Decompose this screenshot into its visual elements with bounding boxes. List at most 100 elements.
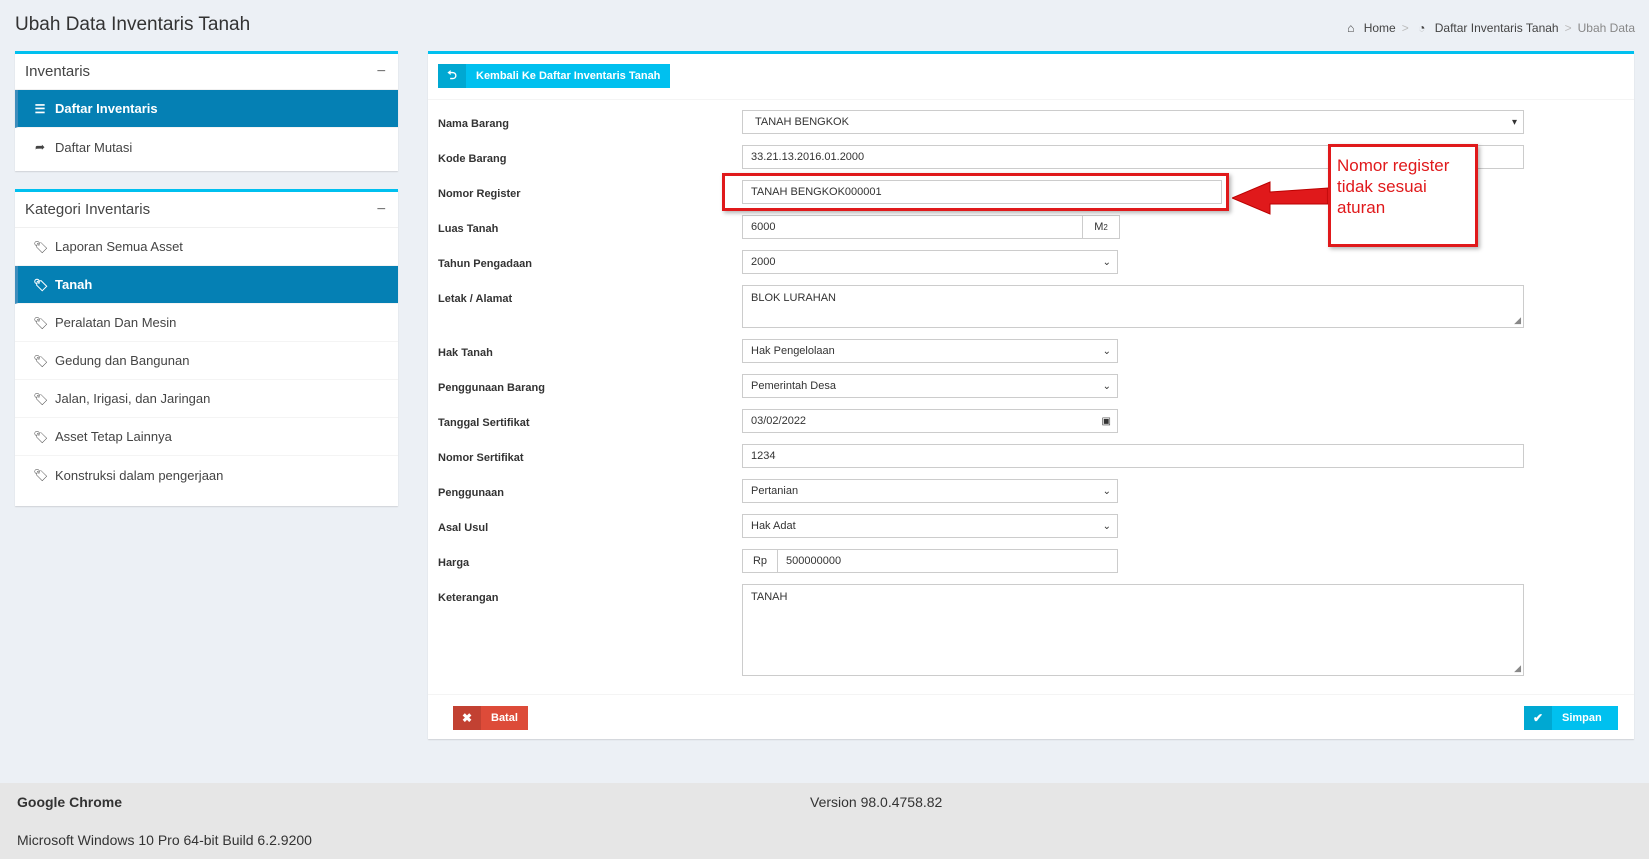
cancel-label: Batal	[491, 712, 518, 724]
label-nomor-register: Nomor Register	[438, 188, 521, 200]
label-nama-barang: Nama Barang	[438, 118, 509, 130]
chevron-down-icon: ⌄	[1102, 485, 1111, 497]
sidebar-item-peralatan-dan-mesin[interactable]: 🏷 Peralatan Dan Mesin	[15, 304, 398, 342]
luas-unit-sup: 2	[1103, 222, 1108, 232]
list-icon: ☰	[34, 101, 46, 116]
browser-version: Version 98.0.4758.82	[810, 794, 943, 810]
nomor-sertifikat-value: 1234	[751, 450, 776, 462]
nama-barang-select[interactable]: TANAH BENGKOK ▾	[742, 110, 1524, 134]
tahun-pengadaan-value: 2000	[751, 256, 776, 268]
share-icon: ➦	[34, 140, 46, 154]
harga-value: 500000000	[786, 555, 842, 567]
luas-tanah-value: 6000	[751, 221, 776, 233]
annotation-callout: Nomor register tidak sesuai aturan	[1328, 144, 1478, 247]
sidebar-item-label: Gedung dan Bangunan	[55, 353, 190, 368]
label-tanggal-sertifikat: Tanggal Sertifikat	[438, 417, 530, 429]
asal-usul-value: Hak Adat	[751, 520, 796, 532]
label-kode-barang: Kode Barang	[438, 153, 507, 165]
nomor-sertifikat-input[interactable]: 1234	[742, 444, 1524, 468]
letak-alamat-value: BLOK LURAHAN	[751, 292, 836, 304]
sidebar-item-laporan-semua-asset[interactable]: 🏷 Laporan Semua Asset	[15, 228, 398, 266]
sidebar-item-gedung-dan-bangunan[interactable]: 🏷 Gedung dan Bangunan	[15, 342, 398, 380]
calendar-icon[interactable]: ▣	[1102, 416, 1111, 427]
cancel-button[interactable]: ✖ Batal	[453, 706, 528, 730]
inventaris-panel-header: Inventaris −	[15, 54, 398, 90]
caret-down-icon: ▾	[1511, 116, 1517, 128]
penggunaan-value: Pertanian	[751, 485, 799, 497]
hak-tanah-value: Hak Pengelolaan	[751, 345, 835, 357]
annotation-arrow-head	[1232, 181, 1329, 215]
sidebar-item-daftar-mutasi[interactable]: ➦ Daftar Mutasi	[15, 128, 398, 166]
label-penggunaan: Penggunaan	[438, 487, 505, 499]
label-harga: Harga	[438, 557, 470, 569]
harga-prefix: Rp	[752, 555, 768, 567]
kategori-panel-header: Kategori Inventaris −	[15, 192, 398, 228]
sidebar-item-jalan-irigasi-jaringan[interactable]: 🏷 Jalan, Irigasi, dan Jaringan	[15, 380, 398, 418]
sidebar-item-label: Asset Tetap Lainnya	[55, 429, 172, 444]
penggunaan-select[interactable]: Pertanian ⌄	[742, 479, 1118, 503]
letak-alamat-textarea[interactable]: BLOK LURAHAN ◢	[742, 285, 1524, 328]
dashboard-icon: ◔	[1418, 21, 1426, 35]
page-title: Ubah Data Inventaris Tanah	[15, 14, 251, 35]
inventaris-panel: Inventaris − ☰ Daftar Inventaris ➦ Dafta…	[15, 51, 398, 171]
back-to-list-label: Kembali Ke Daftar Inventaris Tanah	[476, 70, 661, 82]
tanggal-sertifikat-date[interactable]: 03/02/2022 ▣	[742, 409, 1118, 433]
sidebar-item-tanah[interactable]: 🏷 Tanah	[15, 266, 398, 304]
annotation-line-3: aturan	[1337, 198, 1386, 217]
collapse-icon[interactable]: −	[377, 201, 386, 219]
penggunaan-barang-select[interactable]: Pemerintah Desa ⌄	[742, 374, 1118, 398]
harga-prefix-addon: Rp	[742, 549, 778, 573]
breadcrumb: ⌂ Home > ◔ Daftar Inventaris Tanah > Uba…	[1344, 21, 1635, 35]
tahun-pengadaan-select[interactable]: 2000 ⌄	[742, 250, 1118, 274]
label-penggunaan-barang: Penggunaan Barang	[438, 382, 545, 394]
tags-icon: 🏷	[33, 353, 49, 368]
breadcrumb-home[interactable]: Home	[1364, 21, 1396, 35]
luas-unit: M	[1094, 221, 1104, 233]
os-info: Microsoft Windows 10 Pro 64-bit Build 6.…	[17, 832, 312, 848]
harga-input[interactable]: 500000000	[777, 549, 1118, 573]
tanggal-sertifikat-value: 03/02/2022	[751, 415, 807, 427]
luas-tanah-input[interactable]: 6000	[742, 215, 1083, 239]
chevron-down-icon: ⌄	[1102, 256, 1111, 268]
sidebar-item-label: Konstruksi dalam pengerjaan	[55, 467, 224, 483]
tags-icon: 🏷	[33, 315, 49, 330]
breadcrumb-list[interactable]: Daftar Inventaris Tanah	[1435, 21, 1559, 35]
tags-icon: 🏷	[33, 468, 49, 482]
label-asal-usul: Asal Usul	[438, 522, 489, 534]
nama-barang-value: TANAH BENGKOK	[755, 116, 849, 128]
annotation-highlight-box	[722, 173, 1229, 211]
chevron-down-icon: ⌄	[1102, 380, 1111, 392]
breadcrumb-separator: >	[1564, 21, 1572, 35]
label-luas-tanah: Luas Tanah	[438, 223, 499, 235]
asal-usul-select[interactable]: Hak Adat ⌄	[742, 514, 1118, 538]
breadcrumb-separator: >	[1401, 21, 1409, 35]
chevron-down-icon: ⌄	[1102, 520, 1111, 532]
close-icon: ✖	[453, 706, 481, 730]
system-info-footer: Google Chrome Version 98.0.4758.82 Micro…	[0, 783, 1649, 859]
sidebar-item-konstruksi-dalam-pengerjaan[interactable]: 🏷 Konstruksi dalam pengerjaan	[15, 456, 398, 494]
label-nomor-sertifikat: Nomor Sertifikat	[438, 452, 524, 464]
resize-handle-icon[interactable]: ◢	[1514, 315, 1521, 326]
collapse-icon[interactable]: −	[377, 63, 386, 81]
resize-handle-icon[interactable]: ◢	[1514, 663, 1521, 674]
sidebar-item-daftar-inventaris[interactable]: ☰ Daftar Inventaris	[15, 90, 398, 128]
arrow-circle-left-icon: ⮌	[438, 64, 466, 88]
kategori-panel-title: Kategori Inventaris	[25, 201, 151, 218]
save-button[interactable]: ✔ Simpan	[1524, 706, 1618, 730]
tags-icon: 🏷	[33, 429, 49, 444]
label-hak-tanah: Hak Tanah	[438, 347, 493, 359]
sidebar-item-label: Laporan Semua Asset	[55, 239, 183, 254]
tags-icon: 🏷	[33, 239, 49, 254]
tags-icon: 🏷	[33, 277, 49, 292]
sidebar-item-asset-tetap-lainnya[interactable]: 🏷 Asset Tetap Lainnya	[15, 418, 398, 456]
inventaris-panel-title: Inventaris	[25, 63, 91, 80]
hak-tanah-select[interactable]: Hak Pengelolaan ⌄	[742, 339, 1118, 363]
label-tahun-pengadaan: Tahun Pengadaan	[438, 258, 532, 270]
tags-icon: 🏷	[33, 391, 49, 406]
keterangan-textarea[interactable]: TANAH ◢	[742, 584, 1524, 676]
annotation-arrow	[1232, 181, 1329, 215]
back-to-list-button[interactable]: ⮌ Kembali Ke Daftar Inventaris Tanah	[438, 64, 671, 88]
save-label: Simpan	[1562, 712, 1602, 724]
luas-unit-addon: M2	[1082, 215, 1120, 239]
sidebar-item-label: Jalan, Irigasi, dan Jaringan	[55, 391, 211, 406]
